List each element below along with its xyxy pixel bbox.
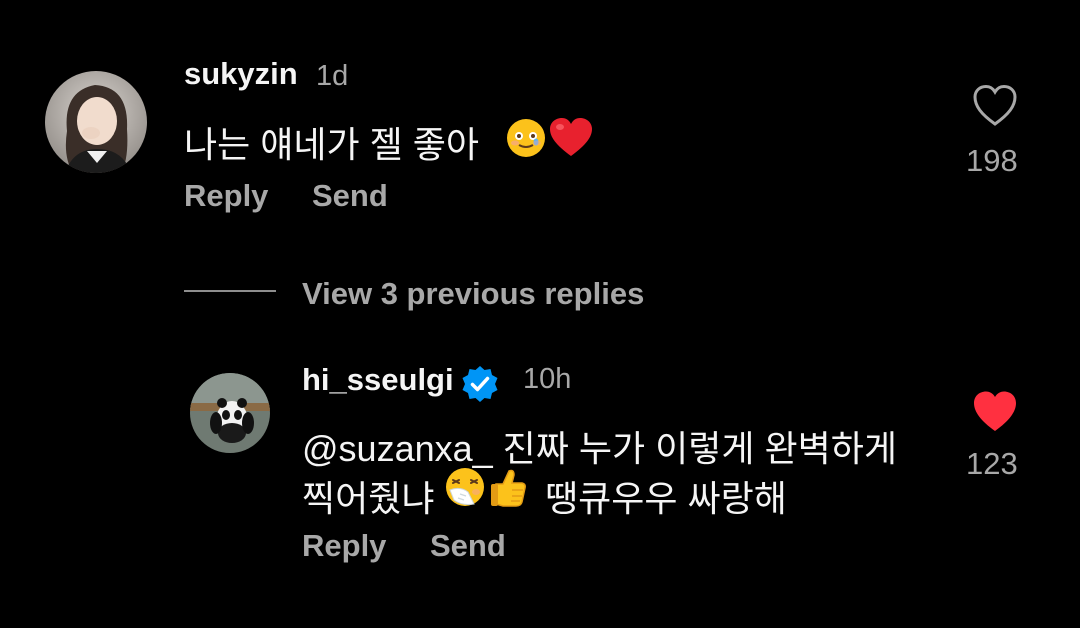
heart-outline-icon[interactable] — [972, 84, 1018, 128]
avatar[interactable] — [190, 373, 270, 453]
like-count: 123 — [966, 446, 1018, 481]
view-previous-replies-button[interactable]: View 3 previous replies — [302, 276, 644, 312]
comment-text: 나는 얘네가 젤 좋아 — [184, 124, 479, 165]
comment-text-line-2-continued: 땡큐우우 싸랑해 — [545, 478, 787, 519]
comment-text-line-1: @suzanxa_ 진짜 누가 이렇게 완벽하게 — [302, 428, 897, 469]
like-count: 198 — [966, 143, 1018, 178]
heart-filled-icon[interactable] — [972, 390, 1018, 434]
send-button[interactable]: Send — [312, 178, 388, 214]
thumbs-up-emoji — [488, 466, 530, 508]
reply-button[interactable]: Reply — [184, 178, 268, 214]
avatar[interactable] — [45, 71, 147, 173]
send-button[interactable]: Send — [430, 528, 506, 564]
reply-button[interactable]: Reply — [302, 528, 386, 564]
comment-username[interactable]: hi_sseulgi — [302, 362, 454, 398]
red-heart-emoji — [548, 117, 592, 159]
comment-timestamp: 1d — [316, 60, 349, 92]
comment-timestamp: 10h — [523, 363, 572, 395]
verified-badge-icon — [460, 364, 500, 404]
sneezing-face-emoji — [444, 466, 486, 508]
comment-username[interactable]: sukyzin — [184, 56, 298, 92]
comment-text-line-2: 찍어줬냐 — [302, 478, 435, 519]
replies-divider — [184, 290, 276, 292]
smiling-face-with-tear-emoji — [505, 117, 547, 159]
